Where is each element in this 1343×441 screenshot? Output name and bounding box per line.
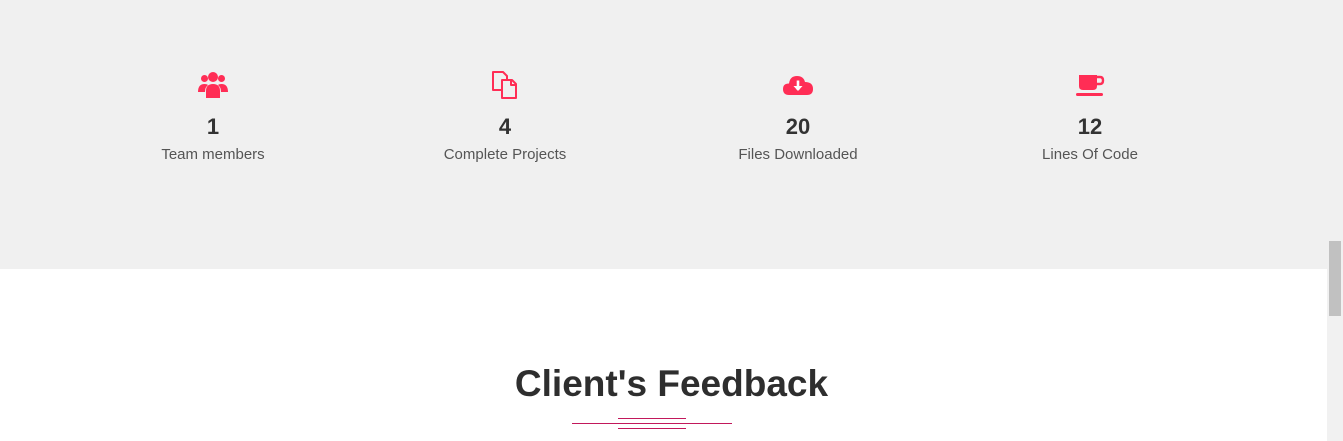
stat-label: Lines Of Code xyxy=(1042,146,1138,163)
stat-label: Files Downloaded xyxy=(738,146,858,163)
scrollbar-thumb[interactable] xyxy=(1329,241,1341,316)
divider-line xyxy=(572,423,732,424)
section-title: Client's Feedback xyxy=(514,363,829,404)
title-divider xyxy=(572,418,732,430)
stat-files-downloaded: 20 Files Downloaded xyxy=(678,68,918,164)
files-icon xyxy=(488,68,522,102)
stat-value: 4 xyxy=(498,114,512,139)
divider-line xyxy=(618,428,686,429)
users-icon xyxy=(196,68,230,102)
page: 1 Team members 4 Complete Projects 20 Fi… xyxy=(0,0,1343,441)
scrollbar[interactable] xyxy=(1327,241,1343,441)
stat-value: 20 xyxy=(785,114,811,139)
stat-team-members: 1 Team members xyxy=(93,68,333,164)
stat-lines-of-code: 12 Lines Of Code xyxy=(970,68,1210,164)
cloud-download-icon xyxy=(781,68,815,102)
stat-label: Team members xyxy=(161,146,265,163)
stat-complete-projects: 4 Complete Projects xyxy=(385,68,625,164)
stat-value: 12 xyxy=(1077,114,1103,139)
divider-line xyxy=(618,418,686,419)
stat-value: 1 xyxy=(206,114,220,139)
coffee-cup-icon xyxy=(1073,68,1107,102)
stat-label: Complete Projects xyxy=(443,146,567,163)
stats-section: 1 Team members 4 Complete Projects 20 Fi… xyxy=(0,0,1343,269)
